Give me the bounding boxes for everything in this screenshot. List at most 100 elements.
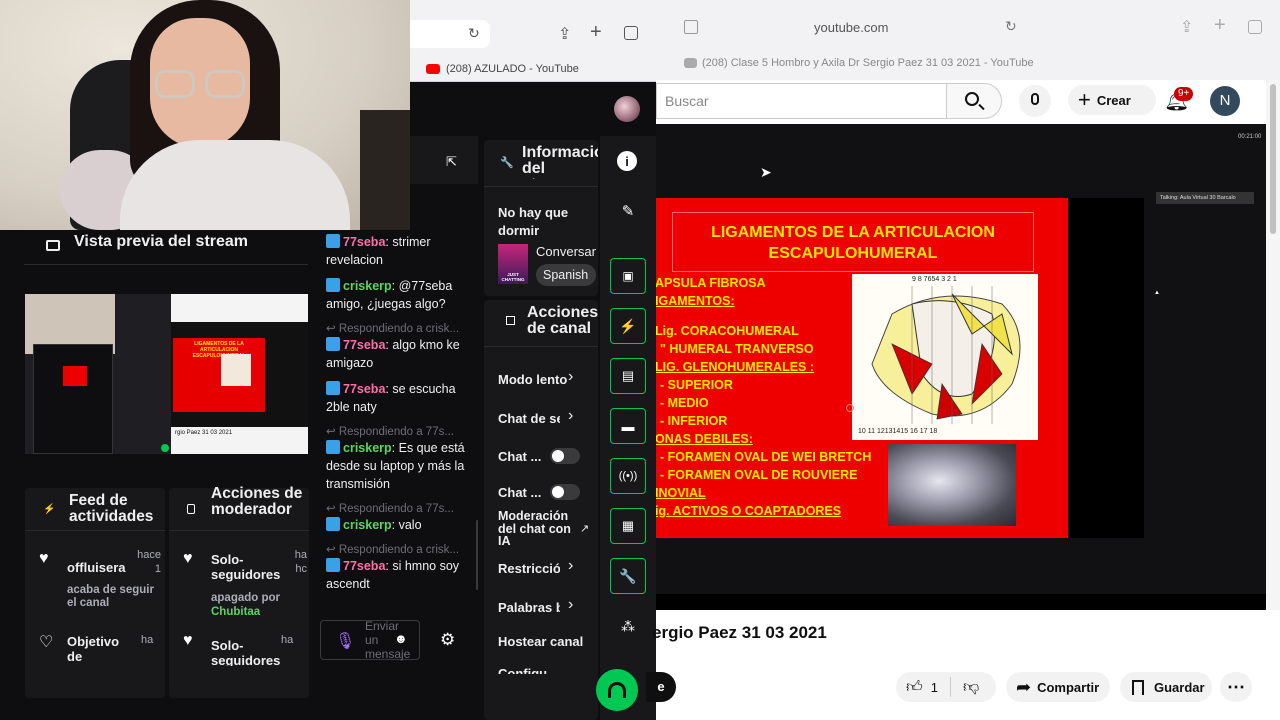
chevron-right-icon[interactable]: › (568, 407, 573, 425)
broadcast-button[interactable]: ((•)) (610, 458, 646, 494)
feed-item-user[interactable]: Objetivo de (67, 634, 127, 664)
pencil-icon[interactable]: ✎ (617, 200, 639, 222)
layout-button[interactable]: ▦ (610, 508, 646, 544)
divider (949, 677, 951, 697)
notes-button[interactable]: ▤ (610, 358, 646, 394)
subscribe-button[interactable]: e (646, 672, 676, 702)
search-button[interactable] (946, 83, 1002, 119)
channel-action-ai-moderation[interactable]: Moderación del chat con IA (498, 510, 578, 548)
preview-slide: LIGAMENTOS DE LA ARTICULACION ESCAPULOHU… (173, 338, 265, 412)
voice-search-button[interactable] (1019, 85, 1051, 117)
more-actions-icon[interactable]: ⋯ (1220, 672, 1252, 702)
tabs-overview-icon[interactable] (1248, 20, 1262, 34)
thumbs-up-icon[interactable]: 👍︎ (906, 678, 923, 697)
moderator-badge-icon (326, 517, 340, 531)
chevron-right-icon[interactable]: › (568, 368, 573, 386)
save-button[interactable]: Guardar (1120, 672, 1212, 702)
youtube-favicon-icon (684, 58, 697, 68)
tools-button[interactable]: 🔧 (610, 558, 646, 594)
reload-icon[interactable]: ↻ (468, 25, 480, 42)
channel-action-followers-chat[interactable]: Chat de se (498, 411, 560, 426)
reload-icon[interactable]: ↻ (1005, 18, 1017, 35)
category-art-label: JUST CHATTING (501, 272, 525, 282)
chat-reply-indicator[interactable]: ↩ Respondiendo a 77s... (326, 501, 476, 515)
search-icon (965, 92, 979, 106)
popout-icon[interactable]: ⇱ (446, 154, 457, 170)
channel-action-host[interactable]: Hostear canal (498, 634, 583, 649)
share-button[interactable]: ➦ Compartir (1006, 672, 1110, 702)
chat-panel: 77seba: strimer revelacion criskerp: @77… (314, 230, 479, 720)
share-arrow-icon: ➦ (1016, 676, 1032, 697)
clip-button[interactable]: ▣ (610, 258, 646, 294)
preview-nested-twitch (33, 344, 113, 454)
avatar[interactable] (614, 96, 640, 122)
tab-title[interactable]: (208) Clase 5 Hombro y Axila Dr Sergio P… (702, 57, 1034, 69)
slide-line: LIG. GLENOHUMERALES : (656, 360, 815, 374)
search-icon-handle (978, 103, 985, 111)
channel-actions-icon (506, 316, 515, 325)
chat-reply-indicator[interactable]: ↩ Respondiendo a 77s... (326, 424, 476, 438)
webcam-object (360, 110, 410, 230)
notification-badge: 9+ (1174, 87, 1194, 101)
moderator-badge-icon (326, 558, 340, 572)
toggle-switch[interactable] (550, 448, 580, 464)
webcam-glasses (205, 70, 245, 98)
youtube-header: Buscar + Crear 🔔︎ 9+ N (656, 80, 1280, 124)
video-player[interactable]: 00:21:00 Talking: Aula Virtual 30 Barcal… (656, 124, 1266, 610)
tab-title[interactable]: (208) AZULADO - YouTube (446, 63, 579, 75)
mod-action-by[interactable]: Chubitaa (211, 606, 260, 618)
heart-icon: ♥ (39, 550, 49, 567)
stream-title[interactable]: No hay que dormir (498, 204, 594, 240)
avatar[interactable]: N (1210, 86, 1240, 116)
channel-action-blocked-words[interactable]: Palabras b (498, 600, 560, 615)
language-tag[interactable]: Spanish (536, 264, 596, 286)
slide-line: INOVIAL (656, 486, 706, 500)
search-input[interactable]: Buscar (656, 83, 946, 119)
chat-reply-indicator[interactable]: ↩ Respondiendo a crisk... (326, 542, 476, 556)
url-text[interactable]: youtube.com (814, 20, 888, 35)
tabs-overview-icon[interactable] (624, 26, 638, 40)
thumbs-down-icon[interactable]: 👎︎ (963, 678, 979, 697)
headset-icon (608, 682, 626, 698)
feed-item-user[interactable]: offluisera (67, 560, 126, 575)
channel-action-restrictions[interactable]: Restricció (498, 561, 560, 576)
reader-icon[interactable] (684, 20, 698, 34)
microphone-icon[interactable]: 🎙 (335, 631, 355, 651)
chat-reply-indicator[interactable]: ↩ Respondiendo a crisk... (326, 321, 476, 335)
share-icon[interactable]: ⇪ (1180, 17, 1193, 37)
chevron-right-icon[interactable]: › (568, 557, 573, 575)
channel-actions-panel: Acciones de canal Modo lento › Chat de s… (484, 300, 598, 720)
external-link-icon[interactable]: ↗ (580, 522, 589, 535)
page-scrollbar-thumb[interactable] (1270, 84, 1276, 234)
stream-preview-player[interactable]: LIGAMENTOS DE LA ARTICULACION ESCAPULOHU… (25, 294, 308, 454)
help-fab[interactable] (596, 669, 638, 711)
category-name[interactable]: Conversando (536, 244, 596, 259)
new-tab-icon[interactable]: + (1214, 14, 1226, 37)
share-icon[interactable]: ⇪ (558, 24, 571, 44)
chat-button[interactable]: ▬ (610, 408, 646, 444)
quick-action-button[interactable]: ⚡ (610, 308, 646, 344)
create-button[interactable]: + Crear (1068, 85, 1156, 115)
slide-line: IGAMENTOS: (656, 294, 735, 308)
activity-feed-title: Feed de actividades (69, 492, 154, 525)
search-placeholder: Buscar (665, 93, 709, 109)
info-icon[interactable]: i (617, 151, 637, 171)
laser-pointer (846, 404, 854, 412)
chat-input[interactable]: 🎙 Enviar un mensaje ☻ (320, 619, 420, 661)
chevron-right-icon[interactable]: › (568, 596, 573, 614)
mod-panel: 🔧 Información del stream No hay que dorm… (478, 136, 600, 720)
settings-gear-icon[interactable]: ⚙ (440, 630, 455, 650)
category-art[interactable]: JUST CHATTING (498, 244, 528, 284)
channel-action-settings[interactable]: Configu (498, 666, 570, 674)
channel-action-slow-mode[interactable]: Modo lento (498, 372, 570, 387)
new-tab-icon[interactable]: + (590, 21, 602, 44)
mod-action-time: ha (281, 634, 294, 646)
slide-line: Lig. CORACOHUMERAL (656, 324, 799, 338)
preview-footer-text: rgio Paez 31 03 2021 (175, 430, 233, 436)
extensions-icon[interactable]: ⁂ (617, 615, 639, 637)
slide-line: ig. ACTIVOS O COAPTADORES (656, 504, 842, 518)
chat-message: criskerp: Es que está desde su laptop y … (326, 440, 465, 491)
emoji-icon[interactable]: ☻ (394, 631, 408, 646)
like-count[interactable]: 1 (931, 680, 938, 695)
toggle-switch[interactable] (550, 484, 580, 500)
